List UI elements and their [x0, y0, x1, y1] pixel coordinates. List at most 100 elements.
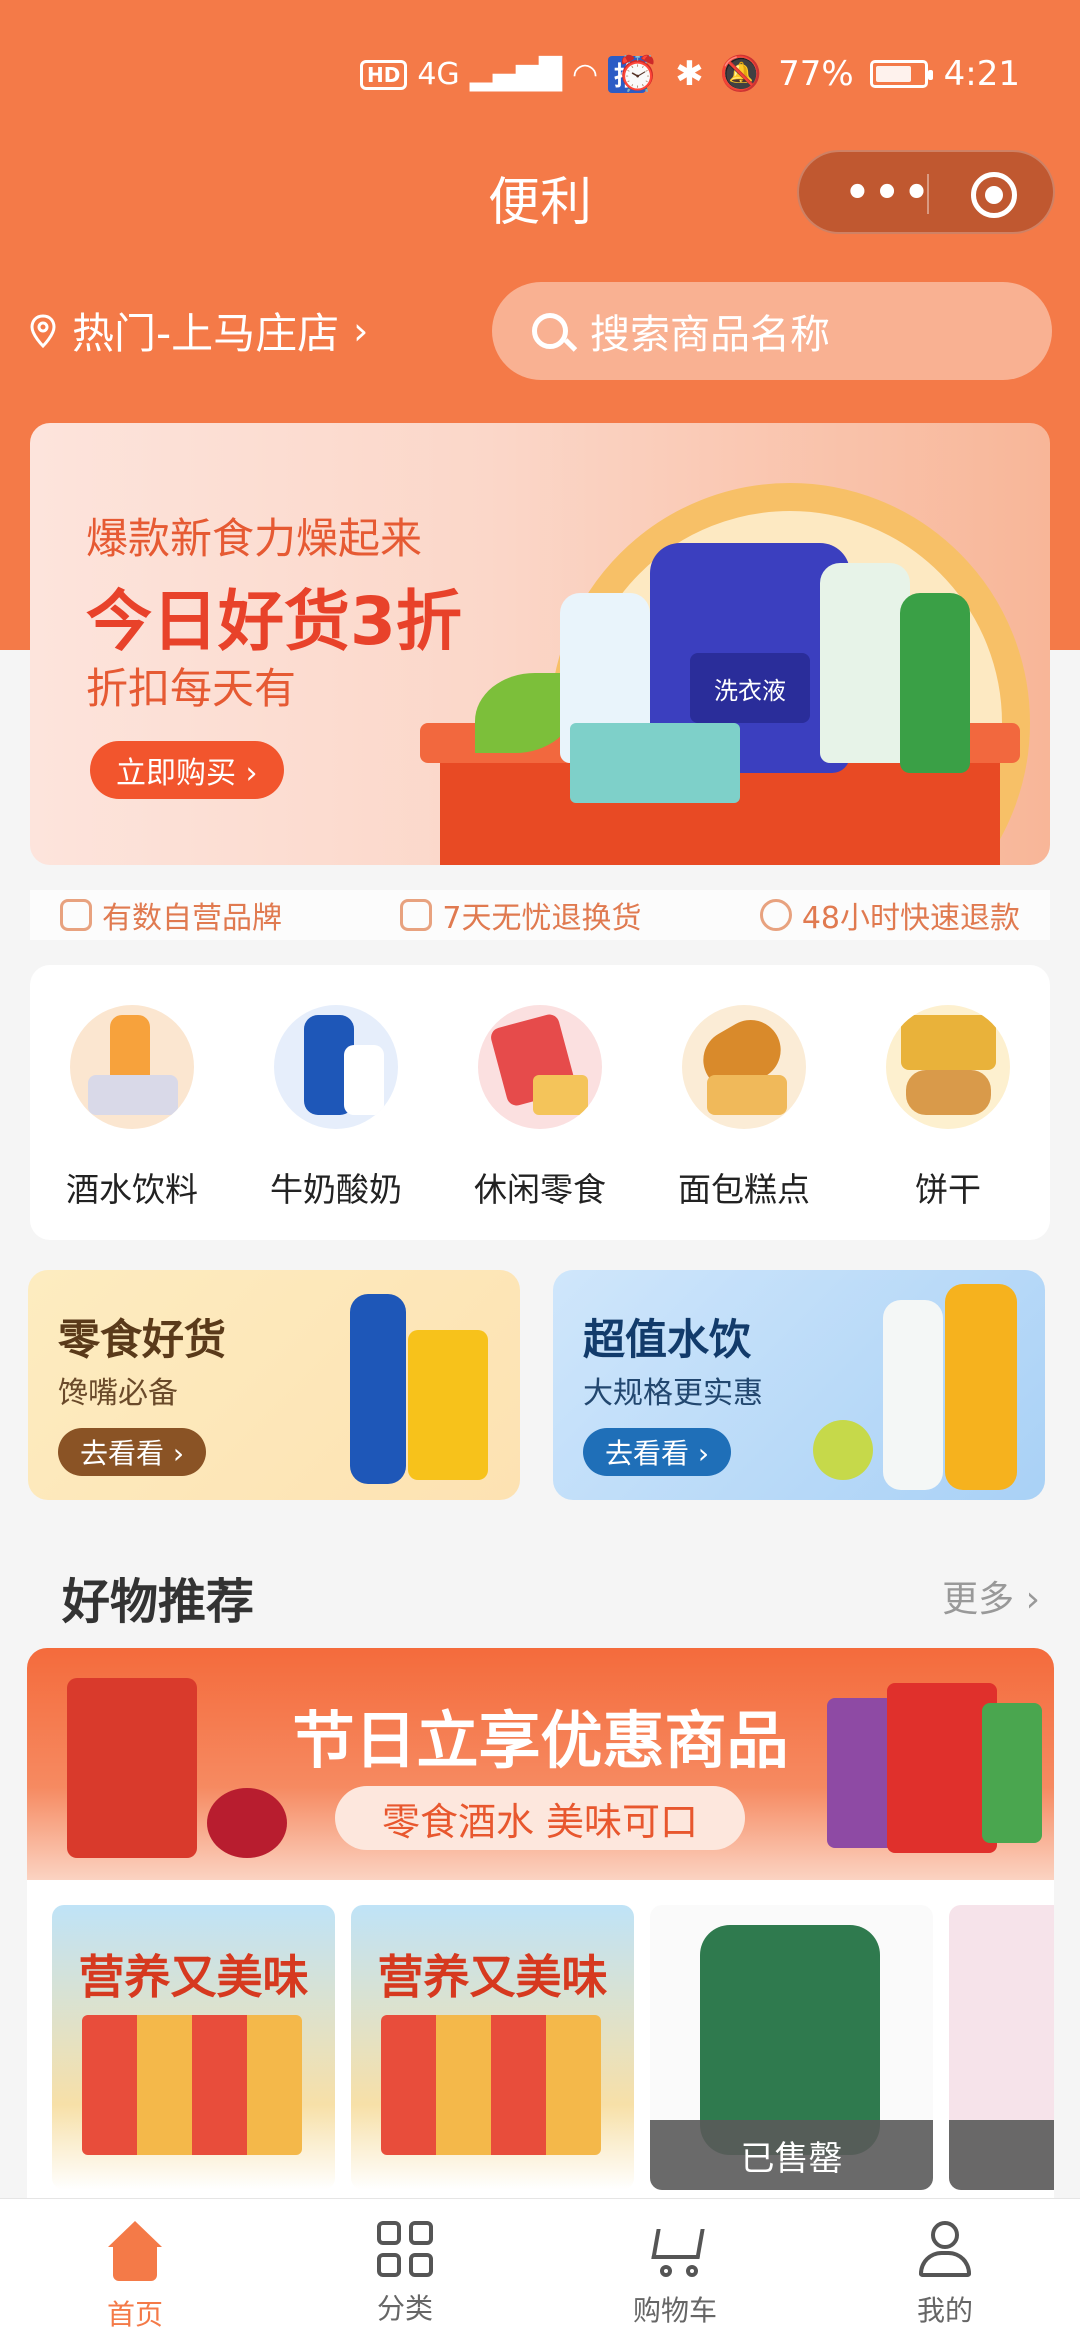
product-image-text: 营养又美味 [78, 1950, 309, 2004]
promo-card-drinks[interactable]: 超值水饮 大规格更实惠 去看看 › [553, 1270, 1045, 1500]
mini-program-capsule: ••• [797, 150, 1055, 234]
guarantee-item: 48小时快速退款 [759, 893, 1020, 937]
promo-subtitle: 大规格更实惠 [583, 1376, 763, 1411]
user-icon [917, 2221, 973, 2279]
yuan-refund-icon [759, 899, 792, 931]
battery-fill [875, 66, 912, 82]
product-card[interactable]: 营养又美味 [52, 1905, 335, 2190]
banner-subtitle-1: 爆款新食力燥起来 [86, 514, 423, 563]
category-thumbnail [70, 1005, 194, 1129]
promo-title: 超值水饮 [583, 1315, 752, 1364]
tab-label: 购物车 [632, 2294, 717, 2327]
battery-icon [869, 60, 933, 88]
shopping-bag-icon [60, 899, 92, 931]
grid-icon [377, 2221, 433, 2277]
category-thumbnail [274, 1005, 398, 1129]
guarantee-bar: 有数自营品牌 7天无忧退换货 48小时快速退款 [30, 890, 1050, 940]
category-grid: 酒水饮料 牛奶酸奶 休闲零食 面包糕点 饼干 [30, 965, 1050, 1240]
promo-title: 零食好货 [58, 1315, 227, 1364]
status-right: ⏰ ✱ 🔕 77% 4:21 [617, 54, 1020, 94]
tab-label: 我的 [916, 2294, 973, 2327]
mute-icon: 🔕 [719, 54, 763, 94]
product-strip: 营养又美味 营养又美味 已售罄 已 [27, 1880, 1054, 2200]
banner-subtitle-2: 折扣每天有 [86, 664, 297, 713]
promo-subtitle: 馋嘴必备 [58, 1376, 178, 1411]
category-dairy[interactable]: 牛奶酸奶 [246, 1005, 426, 1240]
guarantee-text: 有数自营品牌 [102, 901, 282, 936]
water-bottle-image [820, 563, 910, 763]
chevron-right-icon: › [353, 308, 369, 353]
battery-percent: 77% [778, 54, 854, 94]
store-name: 热门-上马庄店 [72, 309, 340, 358]
category-label: 酒水饮料 [66, 1170, 198, 1209]
product-card[interactable]: 已售罄 [650, 1905, 933, 2190]
category-label: 牛奶酸奶 [270, 1170, 402, 1209]
chips-product-image [408, 1330, 488, 1480]
shield-check-icon [400, 899, 433, 931]
category-thumbnail [886, 1005, 1010, 1129]
tab-label: 分类 [376, 2292, 433, 2325]
category-label: 休闲零食 [474, 1170, 606, 1209]
promo-card-snacks[interactable]: 零食好货 馋嘴必备 去看看 › [28, 1270, 520, 1500]
location-pin-icon [30, 313, 56, 348]
category-label: 面包糕点 [678, 1170, 810, 1209]
category-drinks[interactable]: 酒水饮料 [42, 1005, 222, 1240]
holiday-subtitle: 零食酒水 美味可口 [335, 1786, 745, 1850]
category-thumbnail [682, 1005, 806, 1129]
buy-now-button[interactable]: 立即购买 › [90, 741, 284, 799]
tab-category[interactable]: 分类 [270, 2199, 540, 2340]
close-target-icon[interactable] [971, 172, 1017, 218]
sold-out-badge: 已 [949, 2120, 1054, 2190]
section-title: 好物推荐 [62, 1574, 255, 1630]
water-product-image [883, 1300, 943, 1490]
apple-image [207, 1788, 287, 1858]
capsule-divider [927, 174, 929, 214]
store-selector[interactable]: 热门-上马庄店 › [30, 300, 368, 361]
holiday-banner[interactable]: 节日立享优惠商品 零食酒水 美味可口 [27, 1648, 1054, 1880]
category-bakery[interactable]: 面包糕点 [654, 1005, 834, 1240]
tab-label: 首页 [106, 2298, 163, 2331]
tab-mine[interactable]: 我的 [810, 2199, 1080, 2340]
more-icon[interactable]: ••• [841, 170, 937, 216]
product-card[interactable]: 已 [949, 1905, 1054, 2190]
wifi-icon: ◠ [571, 57, 599, 92]
bluetooth-icon: ✱ [675, 54, 704, 94]
status-left: HD 4G ▂▄▆█ ◠ 推 [360, 56, 647, 93]
lime-image [813, 1420, 873, 1480]
product-image-text: 营养又美味 [377, 1950, 608, 2004]
cart-icon [644, 2221, 706, 2279]
search-placeholder: 搜索商品名称 [590, 312, 830, 358]
home-icon [105, 2221, 165, 2283]
guarantee-text: 7天无忧退换货 [442, 901, 642, 936]
banner-headline: 今日好货3折 [86, 583, 462, 660]
guarantee-item: 有数自营品牌 [60, 893, 282, 937]
category-biscuits[interactable]: 饼干 [858, 1005, 1038, 1240]
category-snacks[interactable]: 休闲零食 [450, 1005, 630, 1240]
search-icon [532, 313, 568, 349]
detergent-label: 洗衣液 [690, 653, 810, 723]
clock: 4:21 [943, 54, 1020, 94]
sandwich-biscuit-image [381, 2015, 601, 2155]
sold-out-badge: 已售罄 [650, 2120, 933, 2190]
tab-home[interactable]: 首页 [0, 2199, 270, 2340]
juice-product-image [945, 1284, 1017, 1490]
tab-cart[interactable]: 购物车 [540, 2199, 810, 2340]
hd-badge: HD [360, 59, 408, 90]
guarantee-text: 48小时快速退款 [801, 901, 1020, 936]
guarantee-item: 7天无忧退换货 [400, 893, 641, 937]
green-bottle-image [900, 593, 970, 773]
bottom-tab-bar: 首页 分类 购物车 我的 [0, 2198, 1080, 2340]
tissue-box-image [570, 723, 740, 803]
signal-icon: ▂▄▆█ [469, 57, 562, 92]
holiday-title: 节日立享优惠商品 [292, 1704, 789, 1777]
more-link[interactable]: 更多 › [942, 1570, 1040, 1622]
view-button[interactable]: 去看看 › [583, 1428, 732, 1476]
hero-banner[interactable]: 洗衣液 爆款新食力燥起来 今日好货3折 折扣每天有 立即购买 › [30, 423, 1050, 865]
product-card[interactable]: 营养又美味 [351, 1905, 634, 2190]
milk-product-image [350, 1294, 406, 1484]
category-thumbnail [478, 1005, 602, 1129]
alarm-icon: ⏰ [616, 54, 660, 94]
network-label: 4G [417, 57, 460, 92]
search-input[interactable]: 搜索商品名称 [492, 282, 1052, 380]
view-button[interactable]: 去看看 › [58, 1428, 207, 1476]
